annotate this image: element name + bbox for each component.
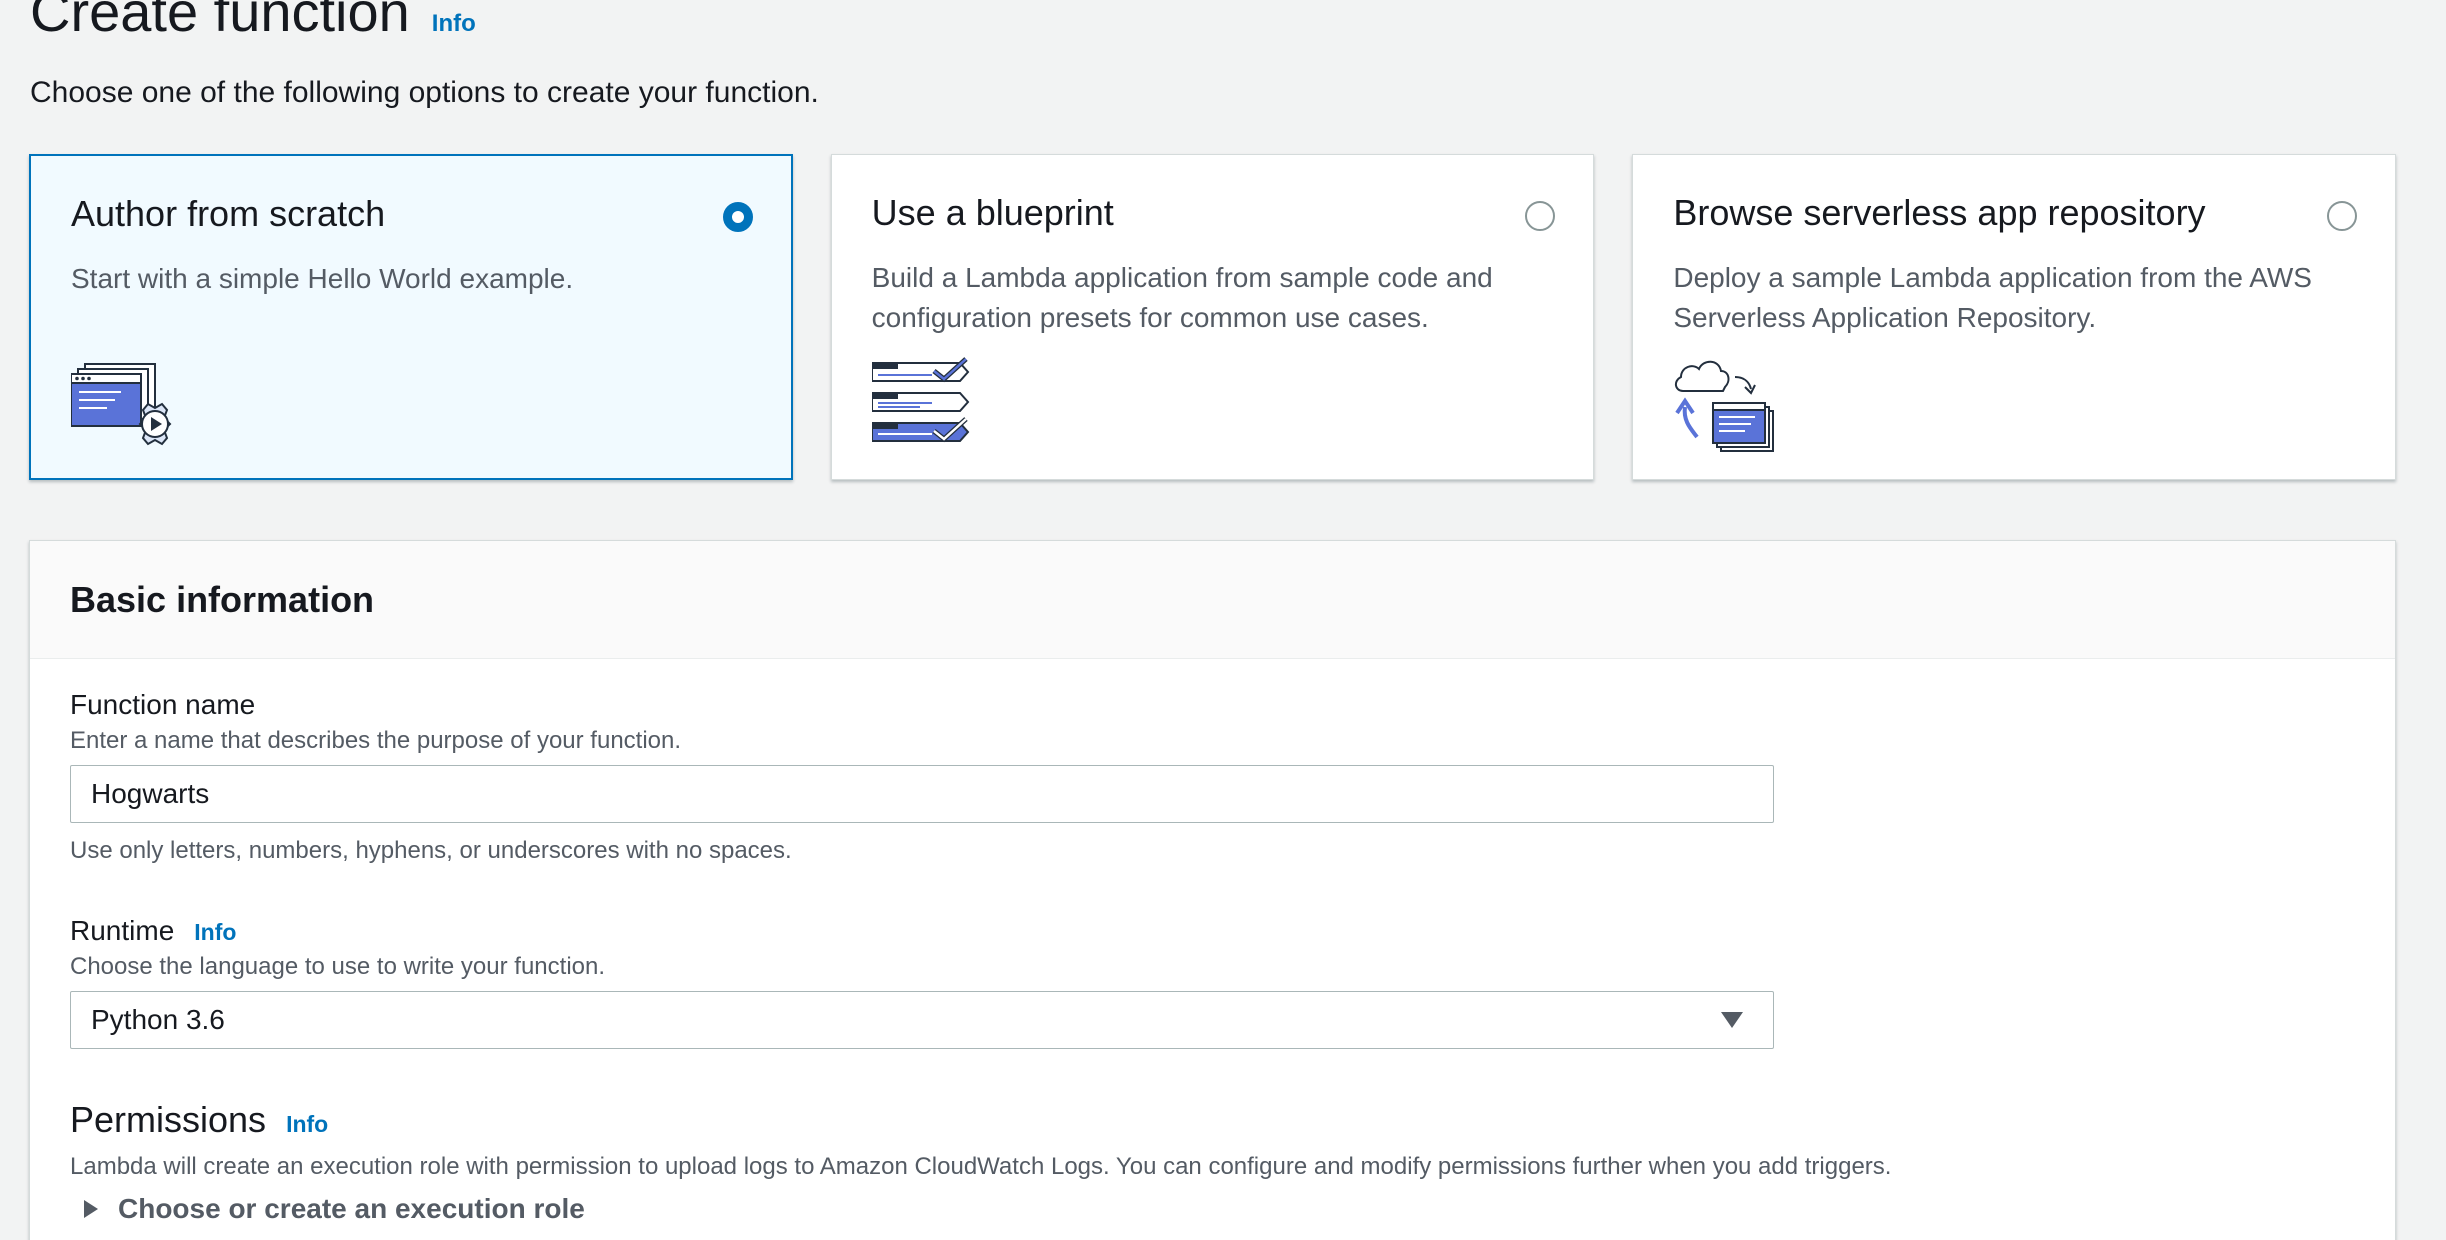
radio-browse-serverless-app-repository[interactable] <box>2327 201 2358 231</box>
runtime-info-link[interactable]: Info <box>194 919 236 946</box>
permissions-description: Lambda will create an execution role wit… <box>70 1153 1892 1180</box>
function-name-field: Function name Enter a name that describe… <box>70 689 2355 865</box>
panel-title: Basic information <box>70 578 375 620</box>
page-title: Create function <box>30 0 410 43</box>
runtime-description: Choose the language to use to write your… <box>70 953 606 980</box>
caret-right-icon <box>84 1200 98 1218</box>
execution-role-expander[interactable]: Choose or create an execution role <box>70 1193 2355 1225</box>
option-author-from-scratch[interactable]: Author from scratch Start with a simple … <box>29 154 793 480</box>
title-info-link[interactable]: Info <box>432 10 476 38</box>
runtime-select[interactable]: Python 3.6 <box>70 991 1774 1049</box>
permissions-label-row: Permissions Info <box>70 1099 2355 1141</box>
basic-information-panel: Basic information Function name Enter a … <box>29 540 2396 1240</box>
creation-options: Author from scratch Start with a simple … <box>29 154 2397 480</box>
function-name-constraint: Use only letters, numbers, hyphens, or u… <box>70 837 792 864</box>
option-description: Start with a simple Hello World example. <box>71 263 574 295</box>
execution-role-expander-label: Choose or create an execution role <box>118 1193 585 1224</box>
caret-down-icon <box>1721 1012 1743 1028</box>
runtime-field: Runtime Info Choose the language to use … <box>70 915 2355 1049</box>
option-title: Author from scratch <box>71 193 386 234</box>
runtime-selected-value: Python 3.6 <box>91 1004 225 1035</box>
author-from-scratch-icon <box>71 363 172 446</box>
option-title: Browse serverless app repository <box>1673 192 2206 233</box>
permissions-info-link[interactable]: Info <box>286 1111 328 1138</box>
blueprint-icon <box>871 357 970 443</box>
permissions-section: Permissions Info Lambda will create an e… <box>70 1099 2355 1225</box>
option-use-a-blueprint[interactable]: Use a blueprint Build a Lambda applicati… <box>830 154 1595 480</box>
function-name-input[interactable] <box>70 765 1774 823</box>
page-subtitle: Choose one of the following options to c… <box>30 76 819 109</box>
page-header: Create function Info <box>30 0 476 45</box>
serverless-repo-icon <box>1675 360 1775 452</box>
function-name-label: Function name <box>70 689 256 720</box>
runtime-label: Runtime <box>70 915 175 946</box>
permissions-title: Permissions <box>70 1099 267 1140</box>
option-browse-serverless-app-repository[interactable]: Browse serverless app repository Deploy … <box>1632 154 2397 480</box>
option-description: Deploy a sample Lambda application from … <box>1673 262 2312 334</box>
radio-author-from-scratch[interactable] <box>722 202 753 232</box>
create-function-page: Create function Info Choose one of the f… <box>0 0 2446 1240</box>
option-title: Use a blueprint <box>871 192 1114 233</box>
panel-body: Function name Enter a name that describe… <box>30 659 2395 1240</box>
function-name-description: Enter a name that describes the purpose … <box>70 727 682 754</box>
runtime-label-row: Runtime Info <box>70 915 2355 947</box>
option-description: Build a Lambda application from sample c… <box>871 262 1493 334</box>
panel-header: Basic information <box>30 541 2395 659</box>
